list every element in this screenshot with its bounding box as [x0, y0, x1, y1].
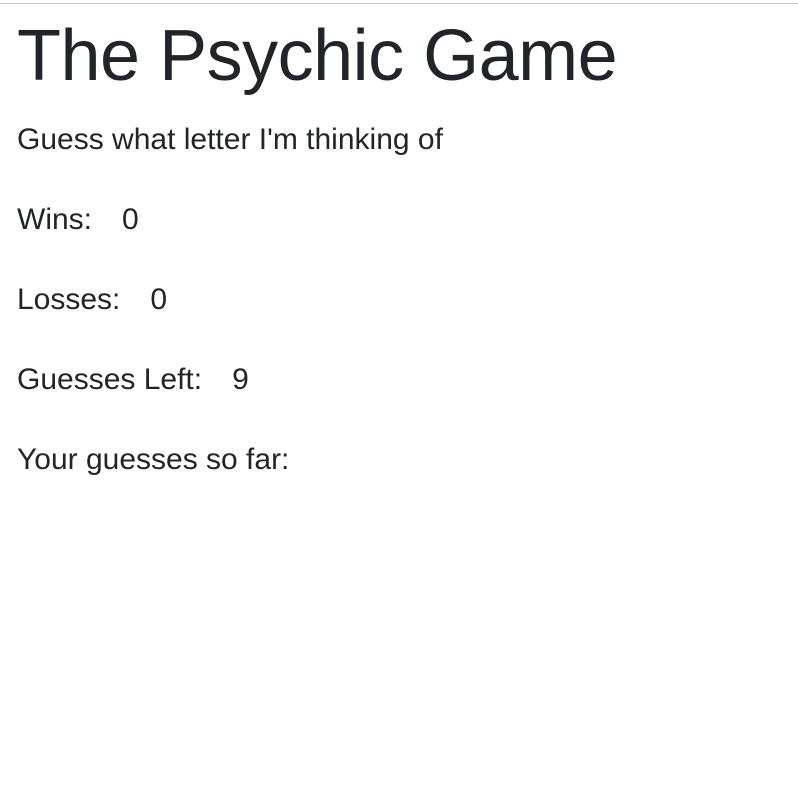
- guesses-left-value: 9: [232, 363, 249, 396]
- losses-value: 0: [150, 283, 168, 316]
- guesses-so-far-row: Your guesses so far:: [17, 442, 319, 478]
- guesses-left-row: Guesses Left: 9: [17, 362, 249, 398]
- guesses-so-far-label: Your guesses so far:: [17, 443, 290, 476]
- wins-value: 0: [122, 203, 139, 236]
- game-subtitle: Guess what letter I'm thinking of: [17, 123, 443, 156]
- losses-label: Losses:: [17, 283, 121, 316]
- top-border-line: [0, 3, 798, 4]
- losses-row: Losses: 0: [17, 282, 167, 318]
- wins-label: Wins:: [17, 203, 92, 236]
- page-title: The Psychic Game: [17, 16, 618, 96]
- guesses-left-label: Guesses Left:: [17, 363, 203, 396]
- wins-row: Wins: 0: [17, 202, 139, 238]
